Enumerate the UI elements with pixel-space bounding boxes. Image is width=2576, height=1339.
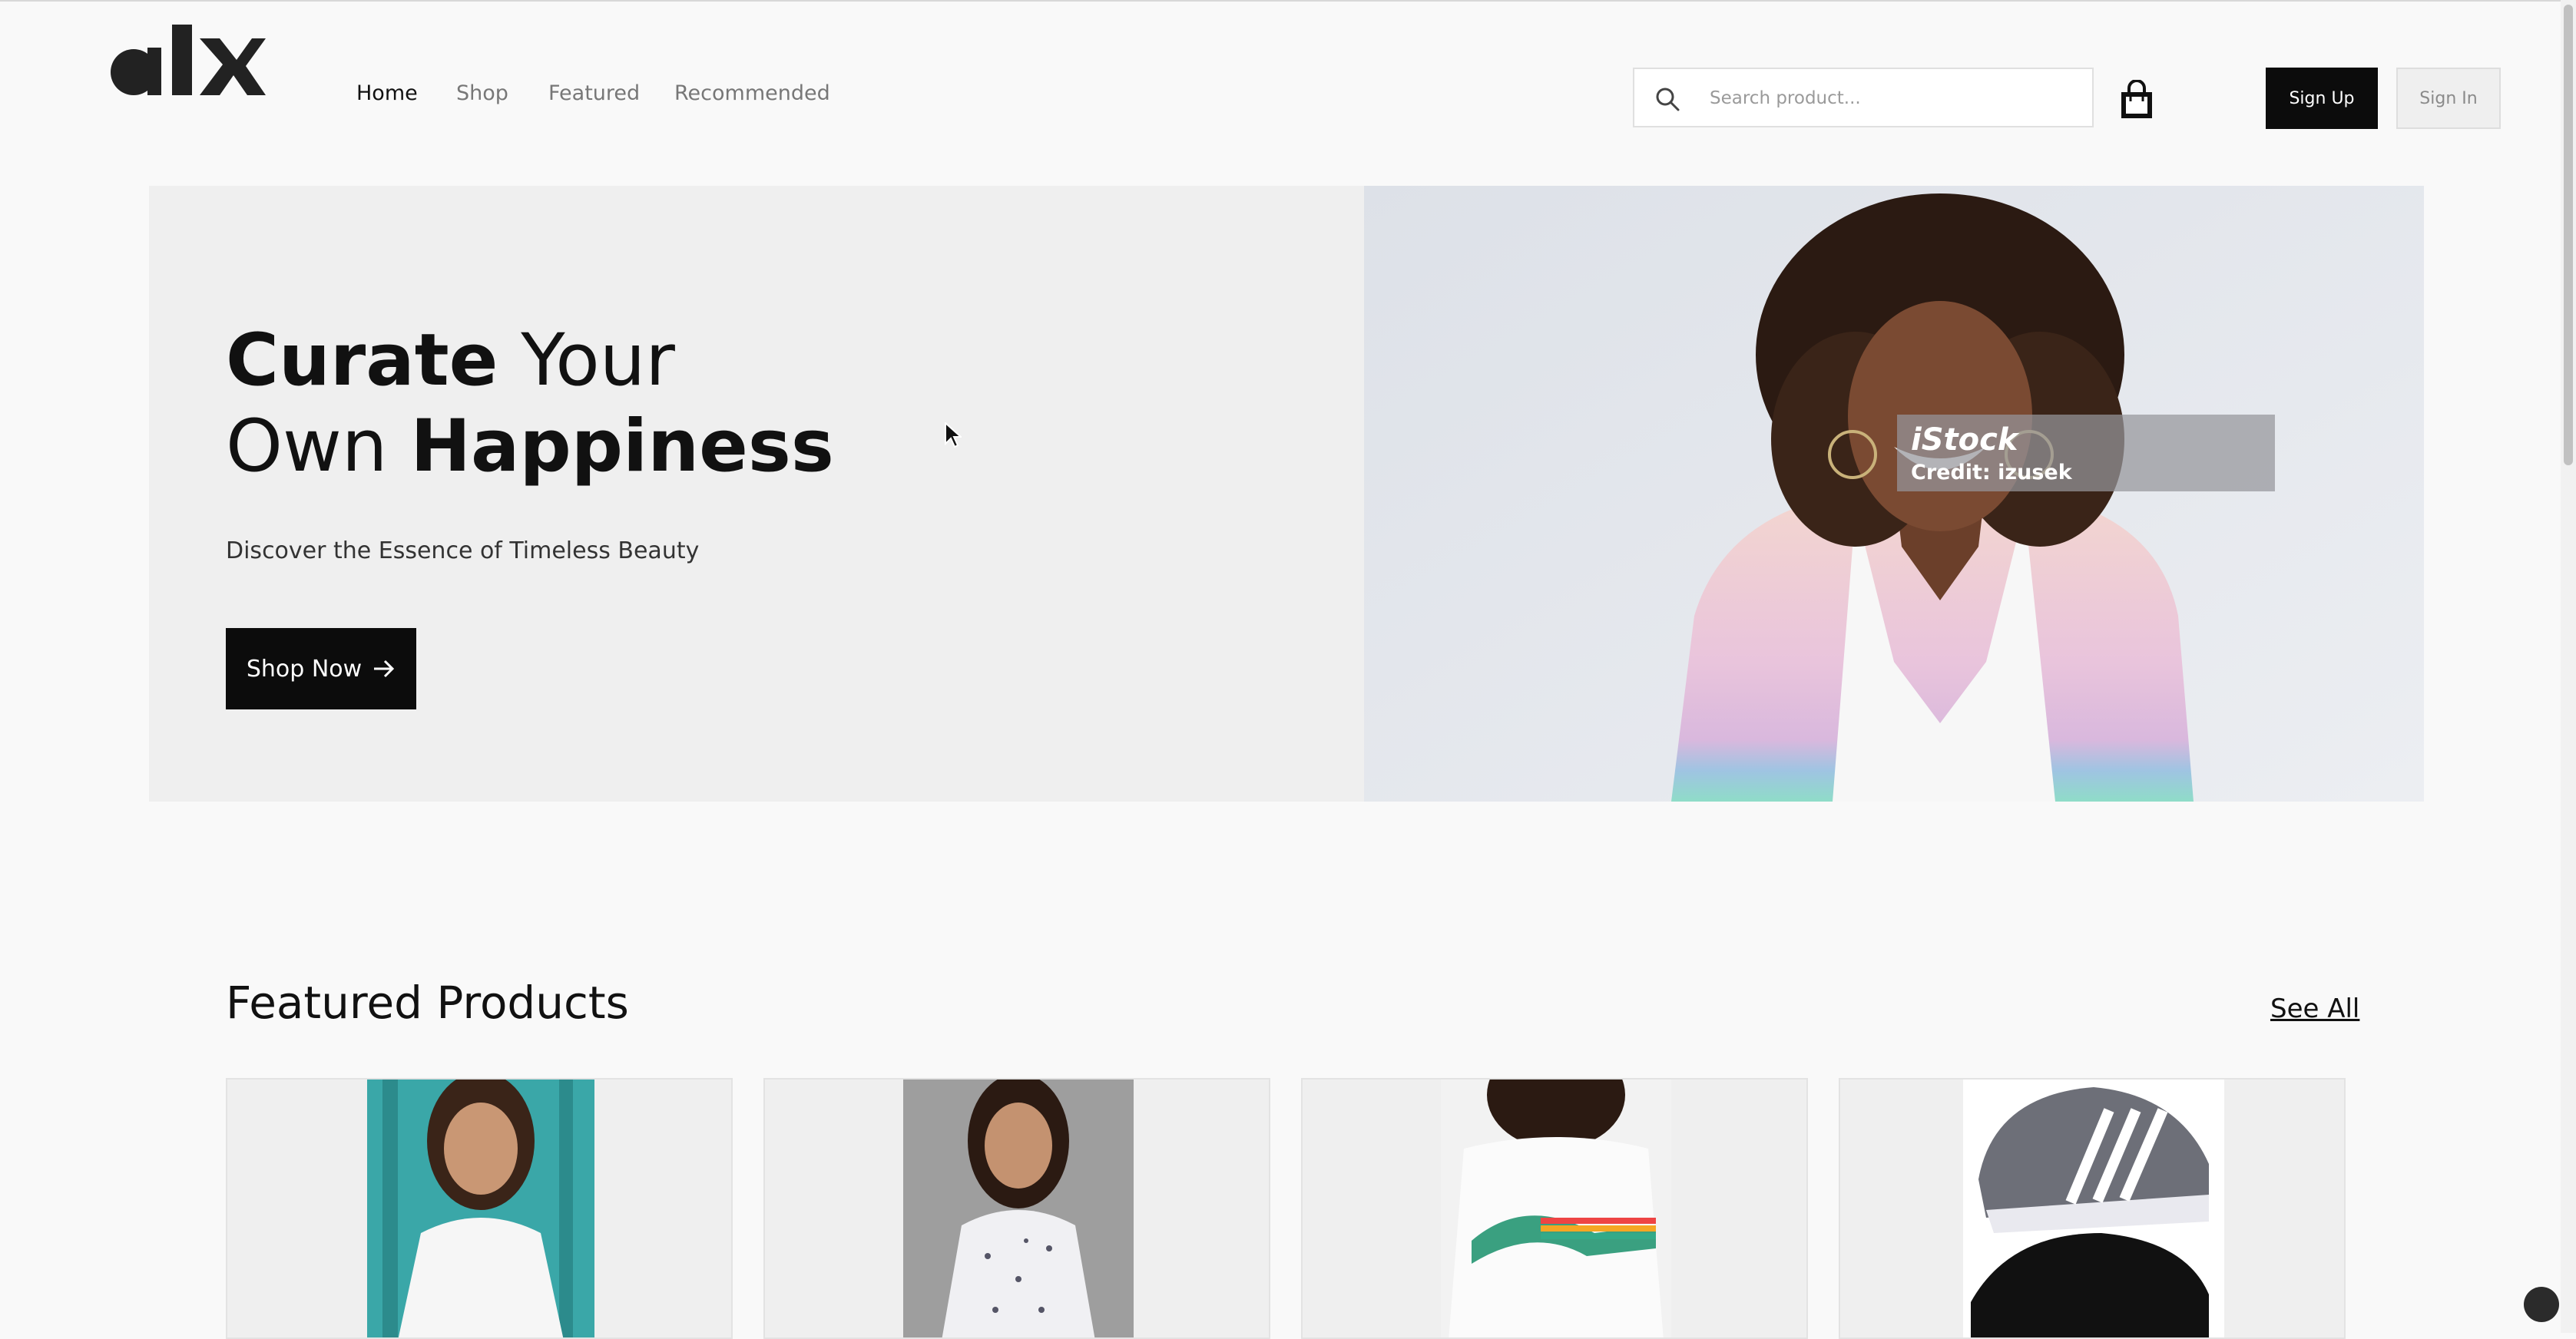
top-border <box>0 0 2576 2</box>
nav-recommended[interactable]: Recommended <box>674 81 830 105</box>
search-box <box>1633 68 2094 127</box>
shopping-bag-icon[interactable] <box>2118 80 2155 120</box>
see-all-link[interactable]: See All <box>2270 994 2359 1024</box>
product-image <box>1441 1079 1671 1337</box>
product-card[interactable] <box>226 1078 733 1339</box>
search-input[interactable] <box>1708 81 2080 115</box>
product-image <box>367 1079 594 1337</box>
product-image <box>903 1079 1134 1337</box>
alx-logo[interactable] <box>108 20 266 101</box>
product-card[interactable] <box>1839 1078 2346 1339</box>
hero-banner: Curate Your Own Happiness Discover the E… <box>149 186 2424 802</box>
hero-image <box>1364 186 2424 802</box>
nav-home[interactable]: Home <box>356 81 418 105</box>
arrow-right-icon <box>374 660 395 678</box>
search-icon <box>1656 88 1680 111</box>
product-image <box>1963 1079 2224 1337</box>
image-credit-overlay: iStock Credit: izusek <box>1897 415 2275 491</box>
shop-now-button[interactable]: Shop Now <box>226 628 416 709</box>
nav-shop[interactable]: Shop <box>456 81 508 105</box>
product-card[interactable] <box>1301 1078 1808 1339</box>
sign-up-button[interactable]: Sign Up <box>2266 68 2378 129</box>
sign-in-button[interactable]: Sign In <box>2396 68 2501 129</box>
nav-featured[interactable]: Featured <box>548 81 640 105</box>
shop-now-label: Shop Now <box>246 655 363 683</box>
mouse-cursor-icon <box>945 422 962 448</box>
floating-action-icon[interactable] <box>2524 1287 2559 1322</box>
featured-products-title: Featured Products <box>226 977 629 1029</box>
scrollbar-thumb[interactable] <box>2564 5 2573 465</box>
hero-title: Curate Your Own Happiness <box>226 319 834 488</box>
product-card[interactable] <box>763 1078 1270 1339</box>
credit-brand: iStock <box>1911 422 2018 458</box>
hero-subtitle: Discover the Essence of Timeless Beauty <box>226 537 700 564</box>
credit-text: Credit: izusek <box>1911 461 2072 484</box>
